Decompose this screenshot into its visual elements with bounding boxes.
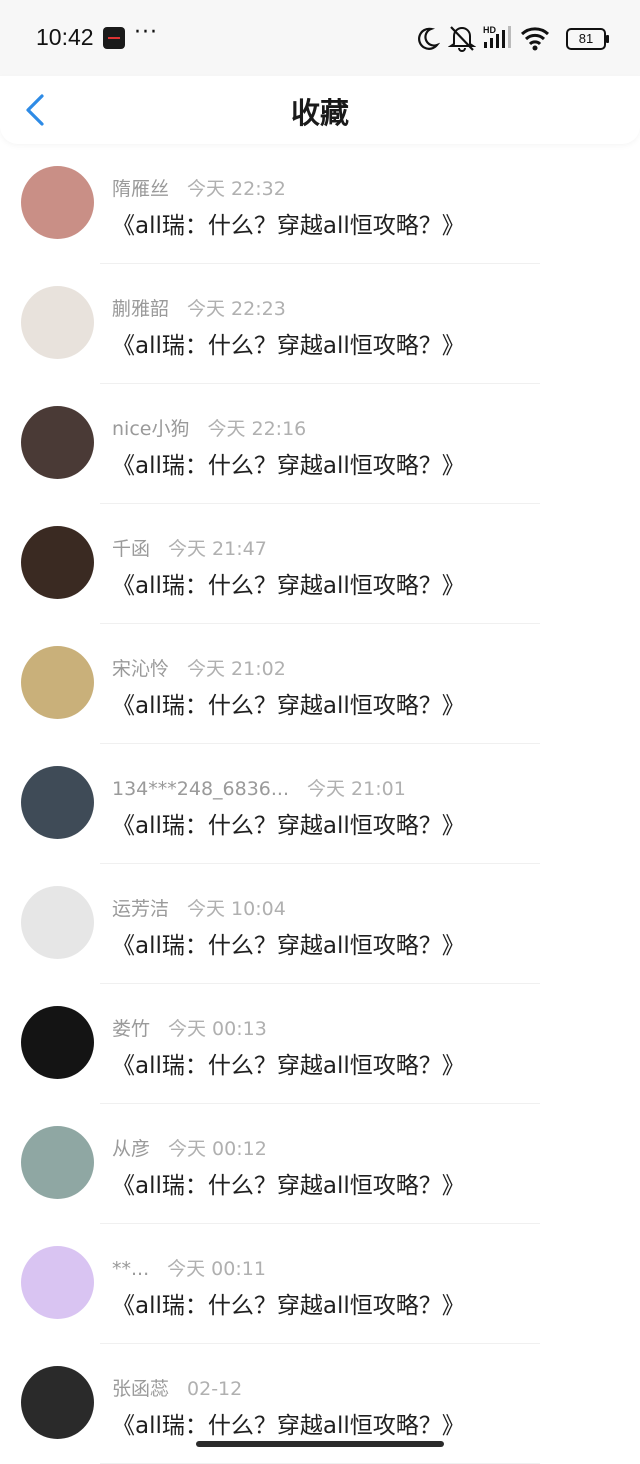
list-item[interactable]: 隋雁丝 今天 22:32 《all瑞：什么？穿越all恒攻略？》 [0,144,640,264]
timestamp: 今天 10:04 [187,898,286,920]
avatar-image [21,286,94,359]
list-item[interactable]: 运芳洁 今天 10:04 《all瑞：什么？穿越all恒攻略？》 [0,864,640,984]
avatar-image [21,1366,94,1439]
avatar-image [21,1126,94,1199]
mute-icon [448,26,476,52]
list-item[interactable]: 134***248_6836... 今天 21:01 《all瑞：什么？穿越all恒… [0,744,640,864]
favorite-title[interactable]: 《all瑞：什么？穿越all恒攻略？》 [112,1286,465,1320]
timestamp: 今天 00:11 [167,1258,266,1280]
item-meta: **... 今天 00:11 [112,1254,266,1281]
avatar[interactable] [21,646,94,719]
timestamp: 02-12 [187,1378,243,1400]
page-title: 收藏 [290,96,349,130]
battery-icon: 81 [566,28,609,50]
timestamp: 今天 00:13 [168,1018,267,1040]
avatar-image [21,886,94,959]
status-bar: 10:42 ··· HD 81 [0,0,640,76]
avatar[interactable] [21,886,94,959]
favorite-title[interactable]: 《all瑞：什么？穿越all恒攻略？》 [112,206,465,240]
favorites-list: 隋雁丝 今天 22:32 《all瑞：什么？穿越all恒攻略？》 蒯雅韶 今天 22:2… [0,144,640,1464]
favorite-title[interactable]: 《all瑞：什么？穿越all恒攻略？》 [112,566,465,600]
avatar-image [21,1246,94,1319]
timestamp: 今天 22:23 [187,298,286,320]
list-item[interactable]: nice小狗 今天 22:16 《all瑞：什么？穿越all恒攻略？》 [0,384,640,504]
item-meta: 134***248_6836... 今天 21:01 [112,774,406,801]
item-meta: 千函 今天 21:47 [112,534,267,561]
favorite-title[interactable]: 《all瑞：什么？穿越all恒攻略？》 [112,806,465,840]
user-name[interactable]: 蒯雅韶 [112,294,169,321]
user-name[interactable]: 134***248_6836... [112,778,289,800]
user-name[interactable]: 千函 [112,534,150,561]
avatar[interactable] [21,406,94,479]
moon-icon [418,27,440,50]
avatar[interactable] [21,1126,94,1199]
avatar[interactable] [21,1366,94,1439]
item-meta: 运芳洁 今天 10:04 [112,894,286,921]
more-notifications-icon: ··· [134,20,158,45]
timestamp: 今天 21:02 [187,658,286,680]
avatar-image [21,766,94,839]
avatar[interactable] [21,766,94,839]
item-meta: 宋沁怜 今天 21:02 [112,654,286,681]
user-name[interactable]: 从彦 [112,1134,150,1161]
item-meta: 蒯雅韶 今天 22:23 [112,294,286,321]
user-name[interactable]: 张函蕊 [112,1374,169,1401]
timestamp: 今天 21:01 [307,778,406,800]
timestamp: 今天 22:16 [207,418,307,440]
favorite-title[interactable]: 《all瑞：什么？穿越all恒攻略？》 [112,1046,465,1080]
app-notification-icon [103,27,125,49]
avatar-image [21,526,94,599]
favorite-title[interactable]: 《all瑞：什么？穿越all恒攻略？》 [112,446,465,480]
favorite-title[interactable]: 《all瑞：什么？穿越all恒攻略？》 [112,926,465,960]
list-item[interactable]: 从彦 今天 00:12 《all瑞：什么？穿越all恒攻略？》 [0,1104,640,1224]
item-meta: 娄竹 今天 00:13 [112,1014,267,1041]
avatar-image [21,406,94,479]
home-indicator[interactable] [196,1441,444,1447]
user-name[interactable]: 娄竹 [112,1014,150,1041]
timestamp: 今天 22:32 [187,178,286,200]
user-name[interactable]: **... [112,1258,149,1280]
user-name[interactable]: 宋沁怜 [112,654,169,681]
item-meta: 张函蕊 02-12 [112,1374,242,1401]
item-meta: 从彦 今天 00:12 [112,1134,267,1161]
list-item[interactable]: 宋沁怜 今天 21:02 《all瑞：什么？穿越all恒攻略？》 [0,624,640,744]
timestamp: 今天 21:47 [168,538,267,560]
user-name[interactable]: 隋雁丝 [112,174,169,201]
wifi-icon [520,27,550,51]
svg-text:HD: HD [483,25,496,35]
avatar[interactable] [21,166,94,239]
avatar[interactable] [21,286,94,359]
avatar[interactable] [21,1246,94,1319]
favorite-title[interactable]: 《all瑞：什么？穿越all恒攻略？》 [112,1166,465,1200]
item-meta: 隋雁丝 今天 22:32 [112,174,286,201]
status-time: 10:42 [36,24,94,50]
list-item[interactable]: 娄竹 今天 00:13 《all瑞：什么？穿越all恒攻略？》 [0,984,640,1104]
favorite-title[interactable]: 《all瑞：什么？穿越all恒攻略？》 [112,1406,465,1440]
timestamp: 今天 00:12 [168,1138,267,1160]
avatar[interactable] [21,1006,94,1079]
favorite-title[interactable]: 《all瑞：什么？穿越all恒攻略？》 [112,326,465,360]
header-bar: 收藏 [0,76,640,144]
list-item[interactable]: **... 今天 00:11 《all瑞：什么？穿越all恒攻略？》 [0,1224,640,1344]
item-meta: nice小狗 今天 22:16 [112,414,306,441]
avatar-image [21,646,94,719]
avatar[interactable] [21,526,94,599]
avatar-image [21,166,94,239]
list-item[interactable]: 千函 今天 21:47 《all瑞：什么？穿越all恒攻略？》 [0,504,640,624]
user-name[interactable]: 运芳洁 [112,894,169,921]
avatar-image [21,1006,94,1079]
list-item[interactable]: 蒯雅韶 今天 22:23 《all瑞：什么？穿越all恒攻略？》 [0,264,640,384]
favorite-title[interactable]: 《all瑞：什么？穿越all恒攻略？》 [112,686,465,720]
signal-hd-icon: HD [483,25,511,48]
user-name[interactable]: nice小狗 [112,414,189,441]
